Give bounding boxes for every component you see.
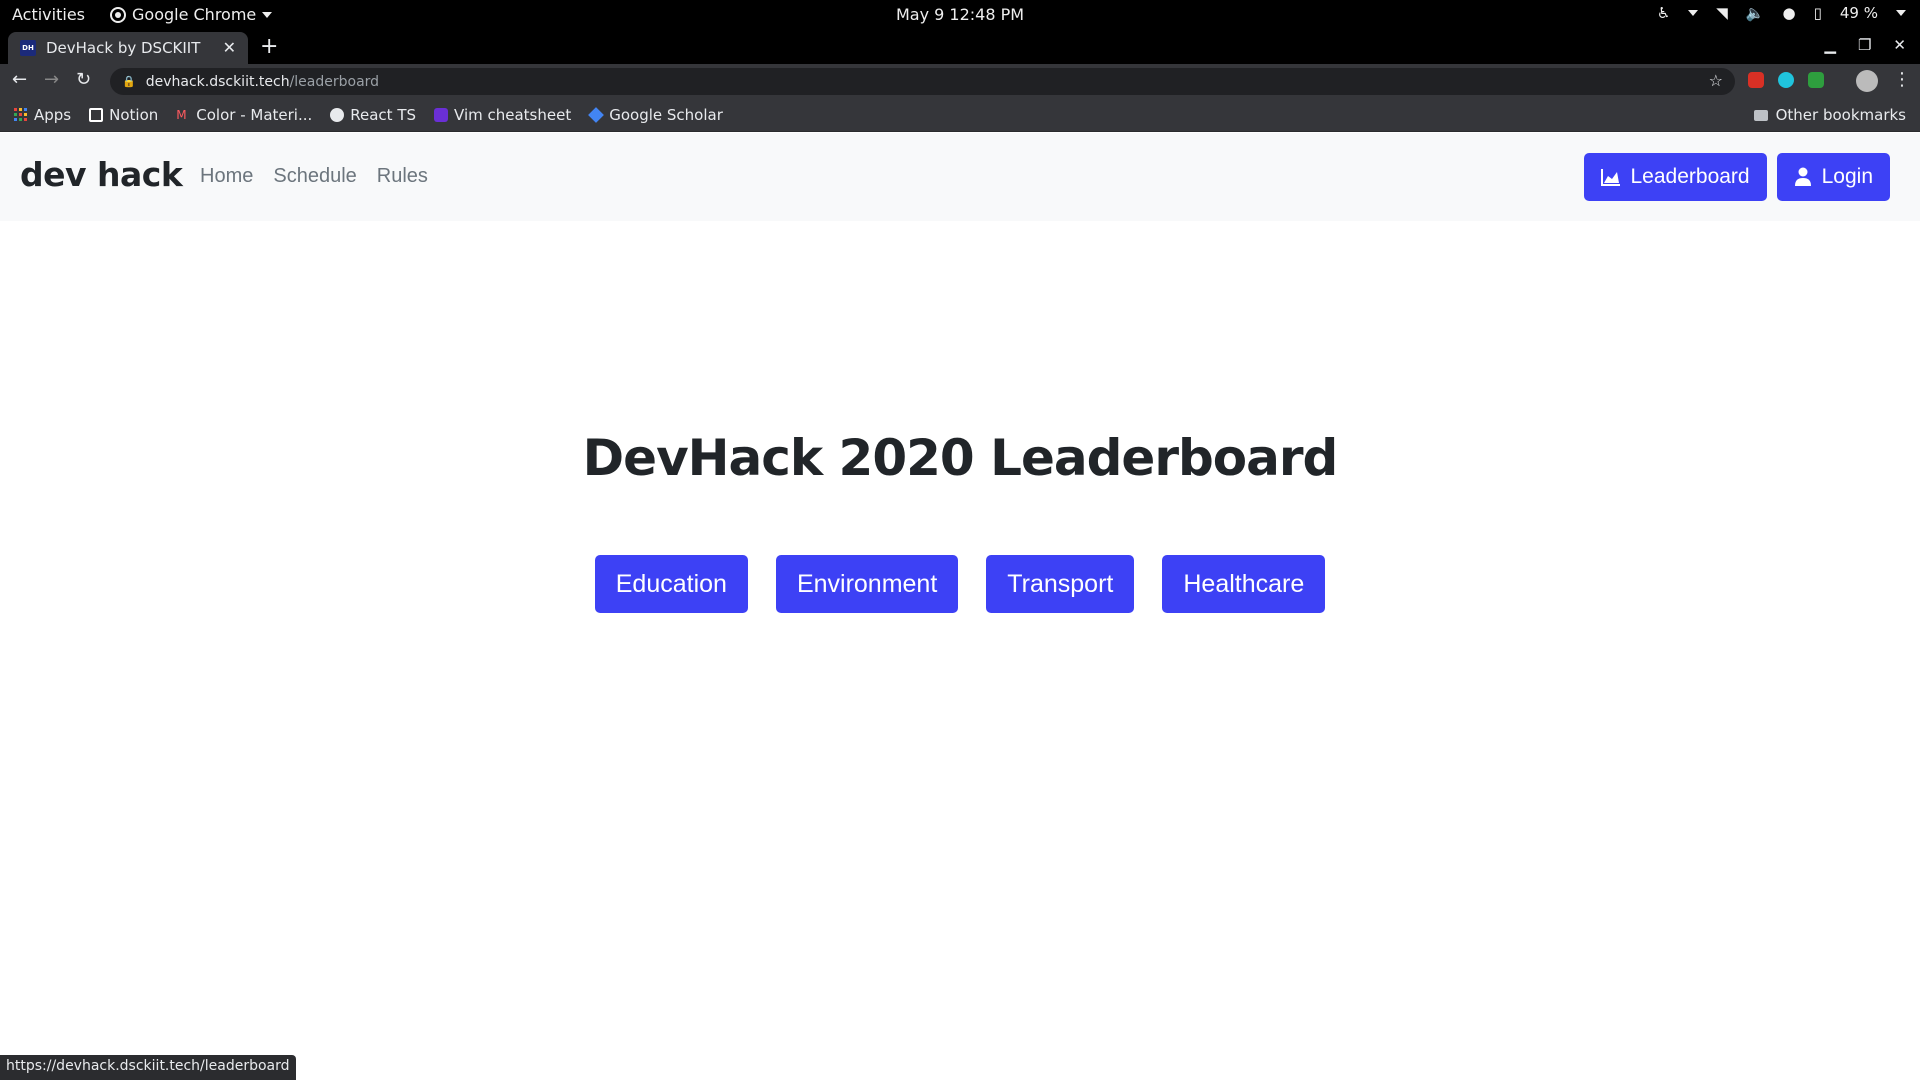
more-menu-icon[interactable]: ⋮ bbox=[1893, 69, 1911, 90]
category-transport-button[interactable]: Transport bbox=[986, 555, 1135, 613]
clock[interactable]: May 9 12:48 PM bbox=[896, 5, 1024, 24]
bookmark-label: Color - Materi... bbox=[196, 105, 313, 124]
app-menu[interactable]: Google Chrome bbox=[110, 5, 273, 24]
nav-link-schedule[interactable]: Schedule bbox=[273, 165, 356, 188]
address-bar[interactable]: 🔒 devhack.dsckiit.tech/leaderboard ☆ bbox=[110, 68, 1735, 95]
category-environment-button[interactable]: Environment bbox=[775, 555, 959, 613]
react-devtools-icon[interactable] bbox=[1778, 72, 1794, 88]
bookmark-item[interactable]: Apps bbox=[14, 106, 71, 124]
browser-toolbar: ← → ↻ 🔒 devhack.dsckiit.tech/leaderboard… bbox=[0, 64, 1920, 98]
bookmark-label: Notion bbox=[109, 105, 159, 124]
bookmark-item[interactable]: Vim cheatsheet bbox=[434, 106, 571, 124]
bookmark-star-icon[interactable]: ☆ bbox=[1709, 71, 1723, 90]
category-education-button[interactable]: Education bbox=[594, 555, 748, 613]
login-button[interactable]: Login bbox=[1776, 153, 1890, 201]
web-page: dev hack Home Schedule Rules Leaderboard… bbox=[0, 133, 1920, 1080]
material-color-icon: M bbox=[176, 107, 187, 122]
reload-icon[interactable]: ↻ bbox=[76, 69, 91, 91]
nav-link-home[interactable]: Home bbox=[200, 165, 253, 188]
github-icon bbox=[330, 107, 345, 122]
chevron-down-icon bbox=[1896, 10, 1906, 16]
chevron-down-icon bbox=[262, 11, 273, 18]
browser-tab[interactable]: DH DevHack by DSCKIIT ✕ bbox=[8, 32, 248, 64]
bookmark-item[interactable]: M Color - Materi... bbox=[176, 106, 312, 124]
tab-title: DevHack by DSCKIIT bbox=[46, 39, 201, 57]
microphone-icon: ● bbox=[1782, 4, 1796, 22]
restore-icon[interactable]: ❐ bbox=[1858, 36, 1871, 54]
bookmark-label: Google Scholar bbox=[609, 105, 723, 124]
close-window-icon[interactable]: ✕ bbox=[1893, 36, 1906, 54]
devhack-favicon-icon: DH bbox=[20, 40, 36, 56]
close-icon[interactable]: ✕ bbox=[223, 38, 236, 57]
app-menu-label: Google Chrome bbox=[132, 5, 257, 24]
leaderboard-button[interactable]: Leaderboard bbox=[1583, 153, 1767, 201]
wifi-icon: ◥ bbox=[1716, 4, 1728, 22]
leaderboard-button-label: Leaderboard bbox=[1630, 165, 1750, 188]
area-chart-icon bbox=[1600, 169, 1620, 186]
system-top-bar: Activities Google Chrome May 9 12:48 PM … bbox=[0, 0, 1920, 30]
system-tray[interactable]: ♿ ◥ 🔈 ● ▯ 49 % bbox=[1657, 4, 1906, 22]
site-navbar: dev hack Home Schedule Rules Leaderboard… bbox=[0, 133, 1920, 221]
login-button-label: Login bbox=[1821, 165, 1873, 188]
nav-link-rules[interactable]: Rules bbox=[377, 165, 428, 188]
accessibility-icon: ♿ bbox=[1656, 4, 1671, 22]
other-bookmarks-label: Other bookmarks bbox=[1775, 106, 1906, 124]
folder-icon bbox=[1753, 109, 1768, 121]
notion-icon bbox=[89, 107, 104, 122]
url-host: devhack.dsckiit.tech bbox=[145, 73, 290, 90]
other-bookmarks[interactable]: Other bookmarks bbox=[1753, 106, 1906, 124]
apps-grid-icon bbox=[14, 107, 27, 121]
tab-strip: DH DevHack by DSCKIIT ✕ + ▁ ❐ ✕ bbox=[0, 30, 1920, 64]
activities-button[interactable]: Activities bbox=[12, 5, 85, 24]
battery-level: 49 % bbox=[1839, 4, 1878, 22]
bookmarks-bar: Apps Notion M Color - Materi... React TS… bbox=[0, 98, 1920, 132]
bookmark-item[interactable]: Notion bbox=[89, 106, 158, 124]
user-icon bbox=[1794, 167, 1811, 186]
extension-green-icon[interactable] bbox=[1808, 72, 1824, 88]
nav-links: Home Schedule Rules bbox=[200, 165, 428, 188]
bookmark-label: React TS bbox=[350, 105, 417, 124]
extensions-area bbox=[1748, 72, 1824, 88]
link-status-bar: https://devhack.dsckiit.tech/leaderboard bbox=[0, 1055, 296, 1080]
new-tab-button[interactable]: + bbox=[260, 36, 278, 58]
volume-icon: 🔈 bbox=[1745, 4, 1765, 22]
category-healthcare-button[interactable]: Healthcare bbox=[1162, 555, 1326, 613]
scholar-icon bbox=[588, 106, 605, 123]
bookmark-label: Vim cheatsheet bbox=[454, 105, 572, 124]
brand-logo[interactable]: dev hack bbox=[20, 155, 183, 194]
chrome-icon bbox=[110, 6, 126, 23]
page-title: DevHack 2020 Leaderboard bbox=[582, 429, 1339, 487]
lock-icon: 🔒 bbox=[122, 75, 136, 88]
url-path: /leaderboard bbox=[289, 73, 380, 90]
bookmark-item[interactable]: Google Scholar bbox=[588, 105, 723, 124]
forward-icon[interactable]: → bbox=[44, 69, 59, 91]
profile-avatar[interactable] bbox=[1856, 70, 1878, 92]
minimize-icon[interactable]: ▁ bbox=[1824, 36, 1836, 54]
extension-red-icon[interactable] bbox=[1748, 72, 1764, 88]
back-icon[interactable]: ← bbox=[12, 69, 27, 91]
category-buttons: Education Environment Transport Healthca… bbox=[0, 555, 1920, 613]
vim-icon bbox=[434, 107, 449, 122]
bookmark-label: Apps bbox=[34, 105, 72, 124]
battery-icon: ▯ bbox=[1813, 4, 1822, 22]
chevron-down-icon bbox=[1688, 10, 1699, 16]
bookmark-item[interactable]: React TS bbox=[330, 106, 416, 124]
